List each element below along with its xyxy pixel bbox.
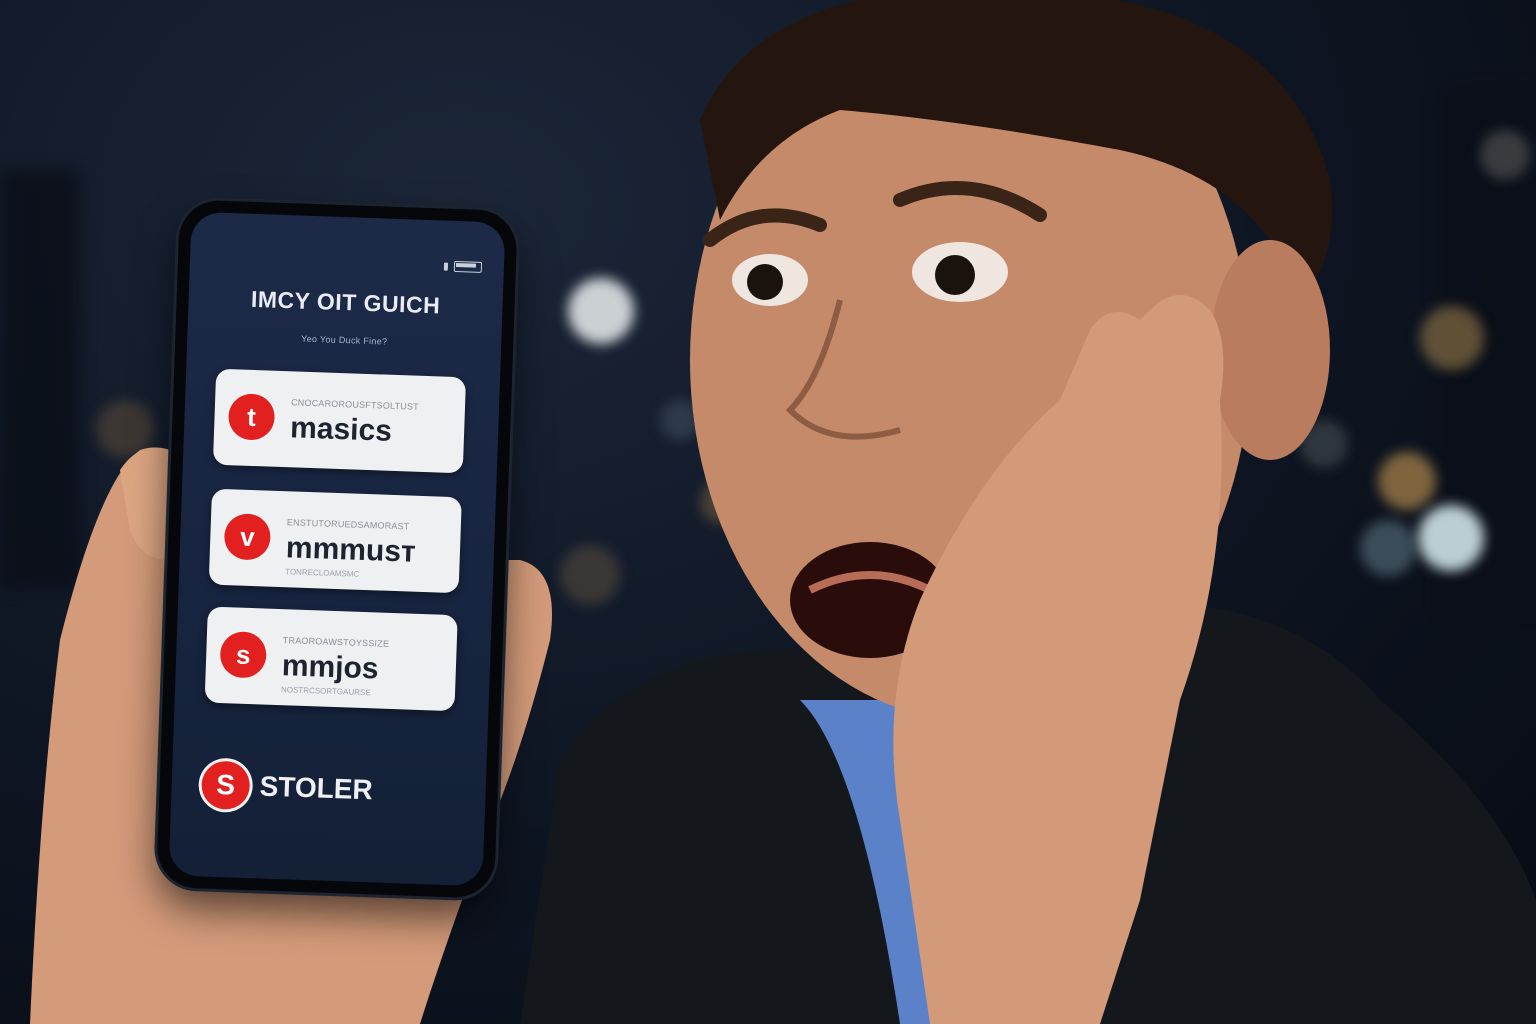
app-card-2[interactable]: v ENSTUTORUEDSAMORAST mmmusт TONRECLOAMS… bbox=[208, 488, 462, 594]
smartphone[interactable]: IMCY OIT GUICH Yeo You Duck Fine? t CNOC… bbox=[156, 199, 518, 899]
card-label: masics bbox=[289, 411, 393, 448]
app-icon-red: v bbox=[223, 513, 272, 561]
battery-icon bbox=[453, 260, 483, 273]
bottom-app-label: STOLER bbox=[259, 770, 374, 806]
card-label: mmmusт bbox=[285, 531, 417, 569]
app-card-1[interactable]: t CNOCAROROUSFTSOLTUST masics bbox=[212, 368, 467, 474]
card-small-text: CNOCAROROUSFTSOLTUST bbox=[290, 397, 420, 412]
card-label: mmjos bbox=[281, 649, 380, 686]
app-subtitle: Yeo You Duck Fine? bbox=[301, 333, 388, 347]
app-icon-red: s bbox=[219, 631, 268, 679]
app-icon-red: S bbox=[200, 760, 251, 811]
signal-icon bbox=[443, 262, 449, 271]
card-small-text: TRAOROAWSTOYSSIZE bbox=[282, 635, 390, 649]
card-small-text: ENSTUTORUEDSAMORAST bbox=[286, 517, 410, 532]
scene: IMCY OIT GUICH Yeo You Duck Fine? t CNOC… bbox=[0, 0, 1536, 1024]
app-card-3[interactable]: s TRAOROAWSTOYSSIZE mmjos NOSTRCSORTGAUR… bbox=[204, 606, 458, 712]
card-bottom-text: TONRECLOAMSMC bbox=[285, 567, 360, 579]
card-bottom-text: NOSTRCSORTGAURSE bbox=[280, 685, 371, 698]
status-bar bbox=[443, 260, 483, 273]
ear bbox=[1210, 240, 1330, 460]
phone-screen: IMCY OIT GUICH Yeo You Duck Fine? t CNOC… bbox=[168, 211, 506, 887]
app-icon-red: t bbox=[227, 393, 276, 441]
app-title: IMCY OIT GUICH bbox=[250, 285, 441, 319]
bottom-app-item[interactable]: S STOLER bbox=[200, 760, 374, 814]
